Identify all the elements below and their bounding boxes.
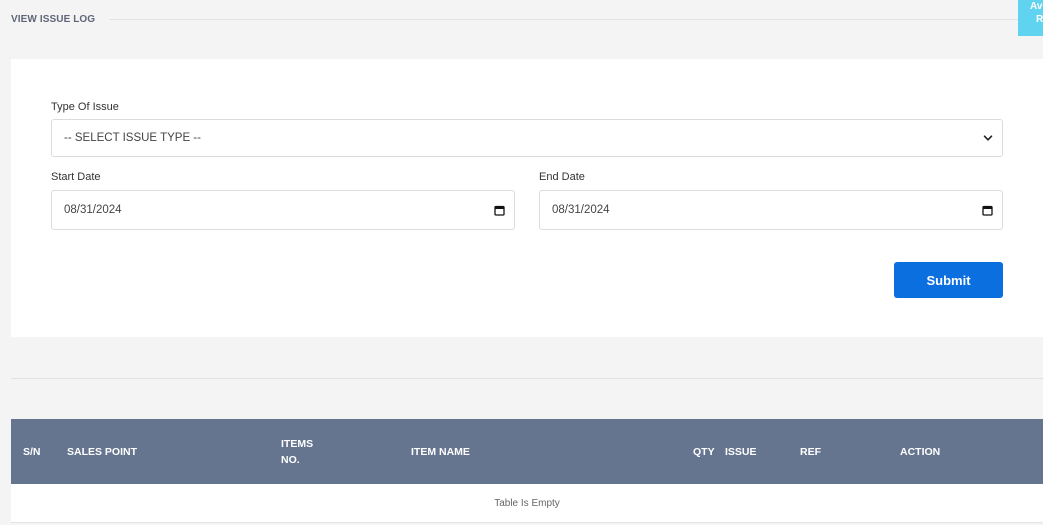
column-header-item-name: ITEM NAME: [411, 445, 470, 458]
empty-table-message: Table Is Empty: [494, 497, 560, 509]
issue-type-select[interactable]: -- SELECT ISSUE TYPE --: [51, 119, 1003, 157]
column-header-sales-point: SALES POINT: [67, 445, 138, 458]
corner-badge-line-1: Av: [1030, 1, 1043, 12]
table-header: S/N SALES POINT ITEMS NO. ITEM NAME QTY …: [11, 419, 1043, 484]
column-header-ref: REF: [800, 445, 821, 458]
end-date-input[interactable]: 08/31/2024: [539, 190, 1003, 230]
header-divider: [109, 18, 1043, 20]
calendar-icon[interactable]: [982, 205, 993, 216]
table-body: Table Is Empty: [11, 484, 1043, 523]
issue-type-value: -- SELECT ISSUE TYPE --: [64, 132, 201, 144]
issue-type-label: Type Of Issue: [51, 101, 119, 113]
chevron-down-icon: [983, 135, 993, 141]
end-date-label: End Date: [539, 171, 585, 183]
start-date-value: 08/31/2024: [64, 204, 122, 216]
calendar-icon[interactable]: [494, 205, 505, 216]
column-header-issue: ISSUE: [725, 445, 757, 458]
section-divider: [11, 378, 1043, 379]
column-header-items-no: ITEMS NO.: [281, 419, 313, 484]
column-header-qty: QTY: [693, 445, 715, 458]
page-title: VIEW ISSUE LOG: [11, 13, 96, 25]
column-header-items-no-line-1: ITEMS: [281, 437, 314, 450]
corner-badge[interactable]: Av R: [1018, 0, 1043, 36]
start-date-input[interactable]: 08/31/2024: [51, 190, 515, 230]
page-header: VIEW ISSUE LOG: [11, 11, 1043, 27]
corner-badge-line-2: R: [1036, 14, 1043, 25]
submit-button[interactable]: Submit: [894, 262, 1003, 298]
end-date-value: 08/31/2024: [552, 204, 610, 216]
filter-card: Type Of Issue -- SELECT ISSUE TYPE -- St…: [11, 59, 1043, 337]
column-header-sn: S/N: [23, 445, 41, 458]
start-date-label: Start Date: [51, 171, 101, 183]
column-header-action: ACTION: [900, 445, 941, 458]
column-header-items-no-line-2: NO.: [281, 453, 300, 466]
